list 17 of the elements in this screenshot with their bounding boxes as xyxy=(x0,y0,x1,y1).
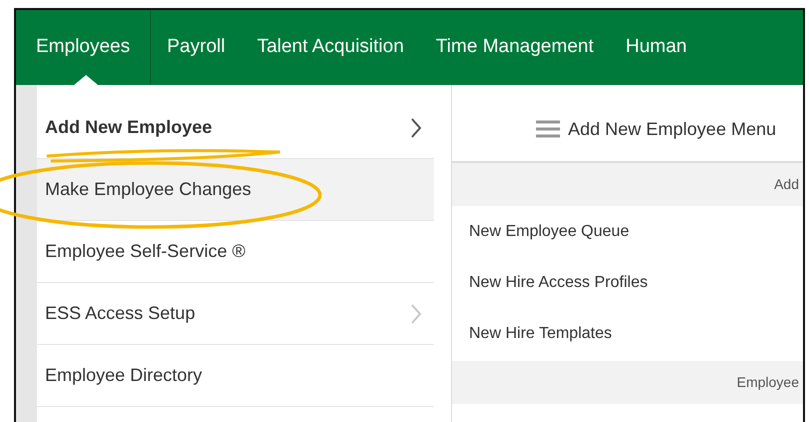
menu-item[interactable]: Make Employee Changes xyxy=(37,159,434,221)
nav-tab[interactable]: Payroll xyxy=(151,10,242,85)
chevron-right-icon xyxy=(410,116,422,138)
submenu-title: Add New Employee Menu xyxy=(568,118,776,141)
menu-item[interactable]: Employee Directory xyxy=(37,345,434,407)
chevron-right-icon xyxy=(410,302,422,324)
nav-tab[interactable]: Human xyxy=(610,10,703,85)
submenu-link[interactable]: New Employee Queue xyxy=(452,206,803,257)
submenu-link[interactable]: New Hire Templates xyxy=(452,308,803,359)
menu-item[interactable]: ESS Access Setup xyxy=(37,283,434,345)
nav-tab[interactable]: Talent Acquisition xyxy=(241,10,420,85)
menu-icon xyxy=(536,120,560,138)
nav-tab[interactable]: Time Management xyxy=(420,10,610,85)
menu-item[interactable]: Employee Self-Service ® xyxy=(37,221,434,283)
submenu-link[interactable]: New Hire Access Profiles xyxy=(452,257,803,308)
section-heading: Add xyxy=(774,175,799,194)
section-heading: Employee xyxy=(736,373,799,392)
